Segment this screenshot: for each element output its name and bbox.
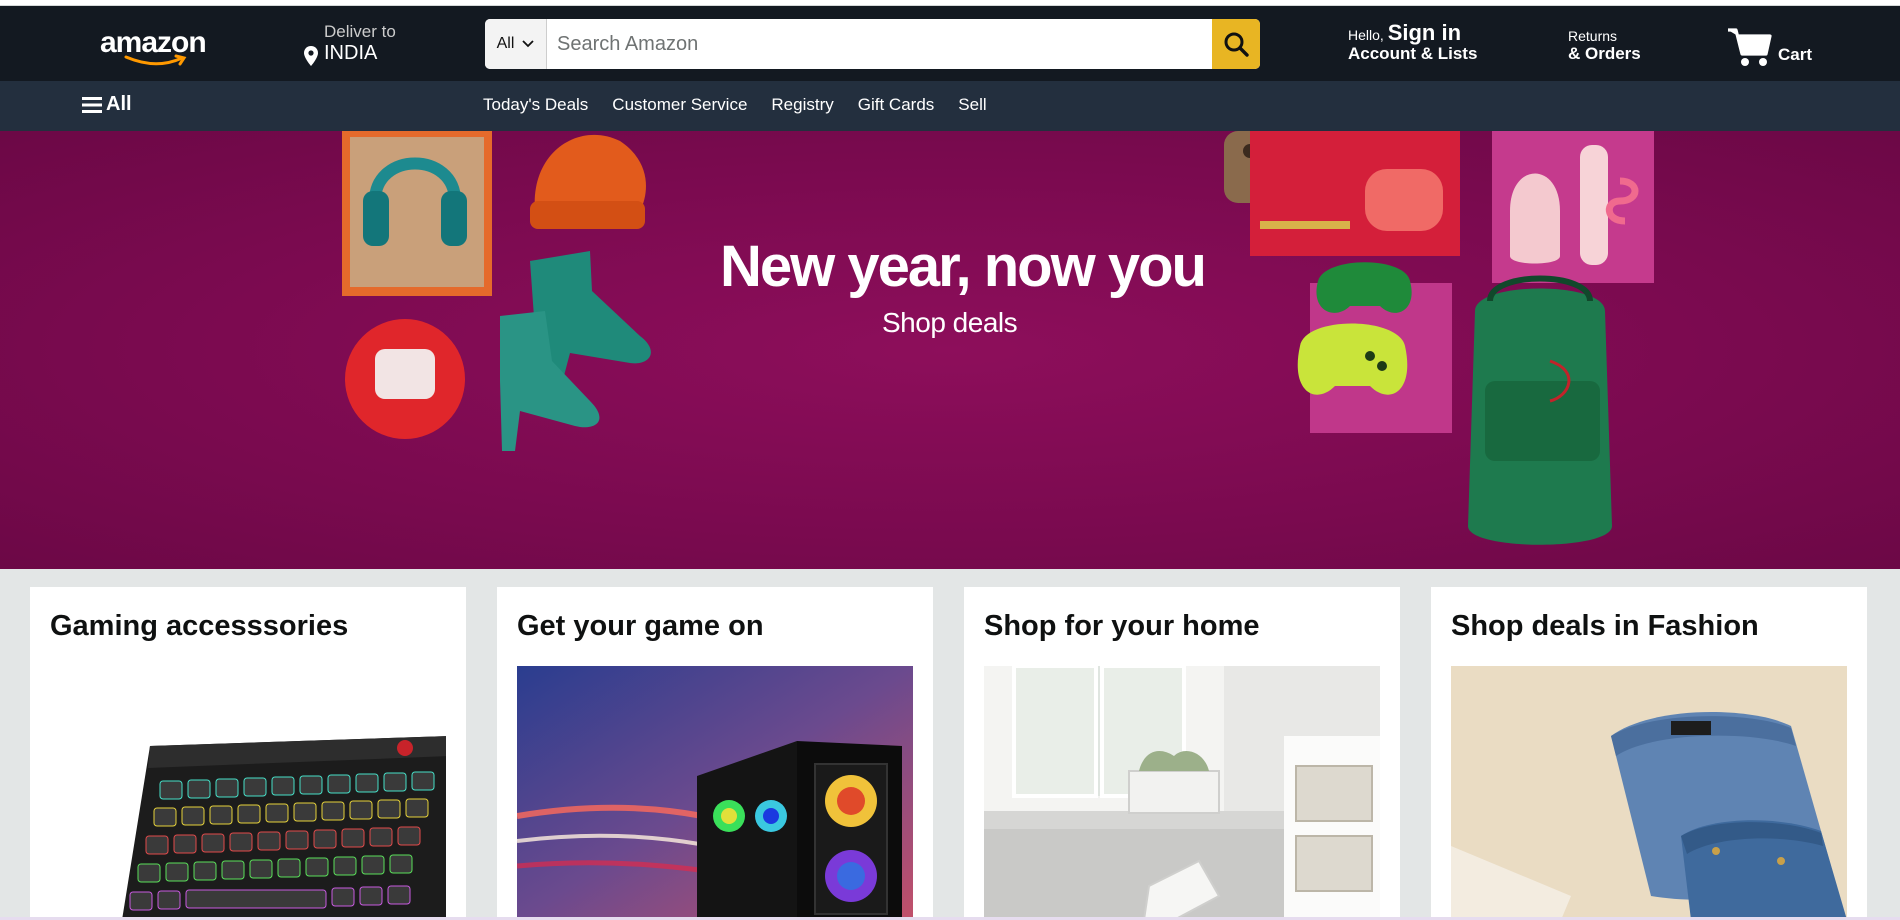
cart-label: Cart [1778,45,1813,64]
hero-subtitle: Shop deals [882,307,1018,338]
logo-smile-icon [124,54,187,66]
hero-left-products-image [342,131,651,451]
card-title: Shop for your home [984,610,1260,642]
hero-title: New year, now you [720,234,1207,299]
search-category-dropdown[interactable]: All [485,19,547,69]
search-button[interactable] [1212,19,1260,69]
location-pin-icon [304,46,318,66]
sub-navigation: All Today's Deals Customer Service Regis… [0,81,1900,131]
search-bar: All [485,19,1260,69]
keyboard-image [50,666,446,920]
header: amazon Deliver to INDIA All Search Amazo… [0,6,1900,81]
nav-link-registry[interactable]: Registry [771,95,833,115]
chevron-down-icon [522,40,535,48]
search-input[interactable] [547,19,1197,69]
all-menu-label: All [106,93,132,115]
nav-link-gift-cards[interactable]: Gift Cards [858,95,935,115]
sign-in-link: Sign in [1387,20,1462,45]
gaming-pc-image [517,666,913,920]
card-get-your-game-on[interactable]: Get your game on [497,587,933,920]
deliver-label: Deliver to [324,22,396,41]
orders-label: & Orders [1568,44,1641,63]
cart-icon [1728,28,1772,66]
cart[interactable]: Cart [1726,22,1836,68]
account-greeting: Hello, [1348,27,1384,43]
all-menu-button[interactable]: All [82,93,132,116]
card-image-gaming-pc[interactable] [517,666,913,920]
hero-banner[interactable]: New year, now you Shop deals [0,131,1900,569]
content-area: Gaming accesssories Get your game on Sho… [0,569,1900,920]
card-shop-for-your-home[interactable]: Shop for your home [964,587,1400,920]
card-title: Gaming accesssories [50,610,349,642]
card-title: Get your game on [517,610,764,642]
card-shop-deals-in-fashion[interactable]: Shop deals in Fashion [1431,587,1867,920]
deliver-location: INDIA [324,42,378,64]
nav-links: Today's Deals Customer Service Registry … [483,95,987,115]
search-icon [1224,32,1249,57]
account-lists-label: Account & Lists [1348,44,1478,63]
returns-label: Returns [1568,28,1618,44]
card-image-keyboard[interactable] [50,666,446,920]
account-lists[interactable]: Hello, Sign in Account & Lists [1348,20,1498,70]
card-image-home[interactable] [984,666,1380,920]
jeans-image [1451,666,1847,920]
returns-orders[interactable]: Returns & Orders [1568,28,1678,68]
nav-link-sell[interactable]: Sell [958,95,986,115]
deliver-to[interactable]: Deliver to INDIA [302,20,412,68]
home-decor-image [984,666,1380,920]
amazon-logo[interactable]: amazon [100,26,210,70]
account-greeting-line: Hello, Sign in [1348,20,1498,46]
nav-link-customer-service[interactable]: Customer Service [612,95,747,115]
card-image-fashion[interactable] [1451,666,1847,920]
card-title: Shop deals in Fashion [1451,610,1759,642]
nav-link-todays-deals[interactable]: Today's Deals [483,95,588,115]
search-category-label: All [496,35,515,52]
hero-right-products-image [1224,131,1654,545]
hamburger-icon [82,96,102,113]
card-gaming-accessories[interactable]: Gaming accesssories [30,587,466,920]
